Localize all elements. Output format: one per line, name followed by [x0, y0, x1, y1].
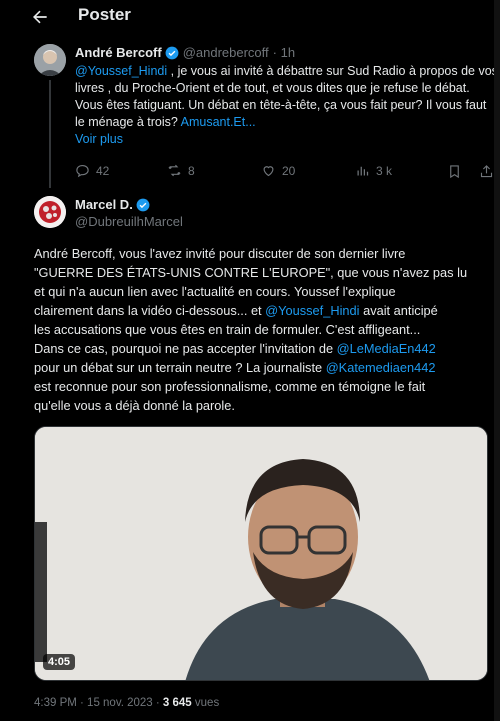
- top-bar: Poster: [0, 0, 500, 34]
- text-line: les accusations que vous êtes en train d…: [34, 322, 421, 337]
- parent-author-row: André Bercoff @andrebercoff · 1h: [75, 45, 295, 60]
- main-author-row: Marcel D.: [75, 197, 154, 212]
- avatar[interactable]: [34, 44, 66, 76]
- text-line: clairement dans la vidéo ci-dessous... e…: [34, 303, 266, 318]
- text-line: livres , du Proche-Orient et de tout, et…: [75, 81, 470, 95]
- repost-icon: [168, 164, 181, 177]
- text-line: "GUERRE DES ÉTATS-UNIS CONTRE L'EUROPE",…: [34, 265, 468, 280]
- thread-line: [49, 80, 51, 188]
- parent-tweet-text: @Youssef_Hindi , je vous ai invité à déb…: [75, 63, 498, 148]
- main-tweet-text: André Bercoff, vous l'avez invité pour d…: [34, 244, 484, 415]
- repost-button[interactable]: 8: [167, 163, 195, 178]
- video-frame: [35, 427, 487, 680]
- mention-link[interactable]: @LeMediaEn442: [337, 341, 436, 356]
- author-handle[interactable]: @andrebercoff: [183, 45, 269, 60]
- avatar[interactable]: [34, 196, 66, 228]
- text-line: , je vous ai invité à débattre sur Sud R…: [167, 64, 498, 78]
- show-more-link[interactable]: Voir plus: [75, 131, 490, 148]
- text-line: le ménage à trois?: [75, 115, 181, 129]
- views-label: vues: [191, 697, 220, 709]
- text-line: Vous êtes fatiguant. Un débat en tête-à-…: [75, 98, 487, 112]
- tweet-timestamp[interactable]: 4:39 PM · 15 nov. 2023 ·: [34, 697, 163, 709]
- author-name[interactable]: Marcel D.: [75, 197, 133, 212]
- mention-link[interactable]: @Youssef_Hindi: [265, 303, 359, 318]
- reply-count: 42: [96, 163, 110, 178]
- tweet-time[interactable]: · 1h: [273, 45, 295, 60]
- text-line: Dans ce cas, pourquoi ne pas accepter l'…: [34, 341, 337, 356]
- text-line: pour un débat sur un terrain neutre ? La…: [34, 360, 326, 375]
- back-arrow-icon[interactable]: [30, 7, 50, 27]
- tweet-meta: 4:39 PM · 15 nov. 2023 · 3 645 vues: [34, 697, 219, 709]
- reply-icon: [76, 164, 89, 178]
- share-icon[interactable]: [479, 164, 494, 179]
- mention-link[interactable]: @Katemediaen442: [326, 360, 436, 375]
- text-line: et qui n'a aucun lien avec l'actualité e…: [34, 284, 396, 299]
- text-line: avait anticipé: [359, 303, 438, 318]
- like-button[interactable]: 20: [261, 163, 295, 178]
- bookmark-icon[interactable]: [447, 164, 462, 179]
- like-count: 20: [282, 163, 296, 178]
- verified-badge-icon: [165, 46, 179, 59]
- video-duration: 4:05: [43, 654, 76, 670]
- repost-count: 8: [188, 163, 195, 178]
- author-name[interactable]: André Bercoff: [75, 45, 162, 60]
- mention-link[interactable]: @Youssef_Hindi: [75, 64, 167, 78]
- tweet-actions: 42 8 20 3 k: [75, 163, 493, 181]
- author-handle[interactable]: @DubreuilhMarcel: [75, 214, 183, 229]
- view-count: 3 645: [162, 697, 192, 709]
- text-line: est reconnue pour son professionnalisme,…: [34, 379, 426, 394]
- views-button[interactable]: 3 k: [355, 163, 392, 178]
- scrollbar[interactable]: [494, 0, 500, 721]
- text-line: qu'elle vous a déjà donné la parole.: [34, 398, 235, 413]
- truncated-link[interactable]: Amusant.Et...: [181, 115, 256, 129]
- video-player[interactable]: 4:05: [34, 426, 488, 681]
- reply-button[interactable]: 42: [75, 163, 109, 178]
- page-title: Poster: [78, 5, 131, 24]
- view-count: 3 k: [376, 163, 393, 178]
- views-icon: [357, 166, 369, 176]
- like-icon: [263, 166, 274, 177]
- main-handle-row: @DubreuilhMarcel: [75, 214, 183, 229]
- verified-badge-icon: [136, 198, 150, 211]
- text-line: André Bercoff, vous l'avez invité pour d…: [34, 246, 406, 261]
